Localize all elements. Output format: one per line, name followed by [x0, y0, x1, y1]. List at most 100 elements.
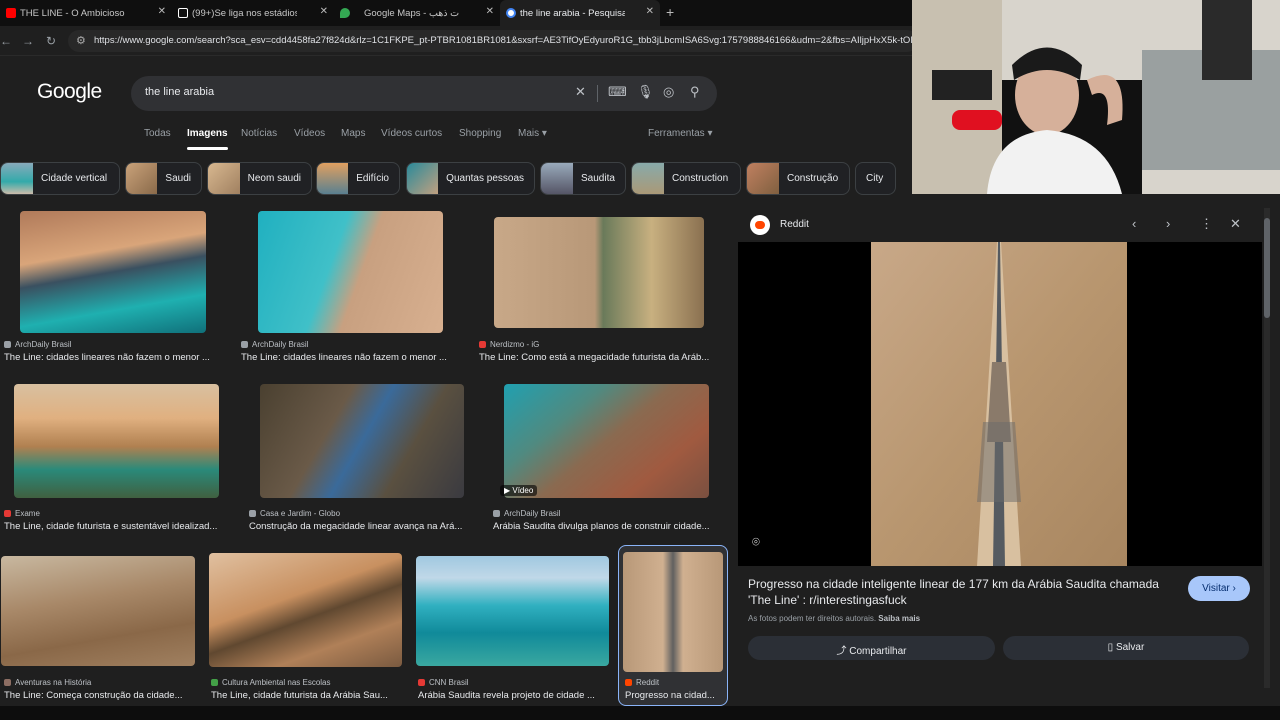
search-box[interactable]: the line arabia ✕ ⌨ 🎙 ◎ ⚲ [131, 76, 717, 111]
tab-google-search[interactable]: the line arabia - Pesquisa Goog ✕ [500, 0, 660, 26]
result-image[interactable] [494, 217, 704, 328]
chip[interactable]: Cidade vertical [0, 162, 120, 195]
result-source[interactable]: Nerdizmo - iG [479, 340, 539, 349]
source-name: Reddit [636, 678, 660, 687]
result-image[interactable] [416, 556, 609, 666]
chip[interactable]: Quantas pessoas [406, 162, 535, 195]
result-source[interactable]: Aventuras na História [4, 678, 91, 687]
result-image[interactable] [504, 384, 709, 498]
chip[interactable]: Edifício [316, 162, 400, 195]
result-image[interactable] [14, 384, 219, 498]
preview-image[interactable] [871, 242, 1127, 566]
tab-maps[interactable]: Google Maps - شاليهات ذهب ✕ [334, 0, 500, 26]
result-caption[interactable]: The Line: cidades lineares não fazem o m… [4, 352, 228, 363]
tab-videos[interactable]: Vídeos [294, 128, 325, 139]
more-vert-icon[interactable]: ⋮ [1200, 216, 1213, 232]
result-caption[interactable]: Progresso na cidad... [625, 690, 723, 701]
google-lens-icon[interactable]: ⌾ [752, 534, 760, 550]
back-icon[interactable]: ← [0, 34, 12, 48]
tab-images[interactable]: Imagens [187, 128, 228, 150]
result-caption[interactable]: The Line, cidade futurista e sustentável… [4, 521, 230, 532]
url-text: https://www.google.com/search?sca_esv=cd… [94, 35, 918, 46]
result-caption[interactable]: The Line, cidade futurista da Arábia Sau… [211, 690, 399, 701]
tools-button[interactable]: Ferramentas ▾ [648, 128, 712, 139]
result-image[interactable] [258, 211, 443, 333]
chip[interactable]: Saudi [125, 162, 202, 195]
tab-more[interactable]: Mais ▾ [518, 128, 547, 139]
search-input[interactable]: the line arabia [145, 86, 214, 98]
result-image[interactable] [260, 384, 464, 498]
scrollbar-thumb[interactable] [1264, 218, 1270, 318]
result-source[interactable]: Reddit [625, 678, 659, 687]
chevron-right-icon[interactable]: › [1166, 216, 1170, 231]
reload-icon[interactable]: ↻ [46, 34, 56, 48]
search-icon[interactable]: ⚲ [690, 84, 700, 100]
google-icon [506, 8, 516, 18]
copyright-note: As fotos podem ter direitos autorais. Sa… [748, 614, 920, 623]
result-caption[interactable]: The Line: cidades lineares não fazem o m… [241, 352, 463, 363]
source-name: CNN Brasil [429, 678, 469, 687]
result-image[interactable] [1, 556, 195, 666]
panel-source[interactable]: Reddit [780, 219, 809, 230]
result-source[interactable]: ArchDaily Brasil [493, 509, 560, 518]
source-name: Exame [15, 509, 40, 518]
source-name: ArchDaily Brasil [504, 509, 561, 518]
close-icon[interactable]: ✕ [486, 6, 494, 17]
close-icon[interactable]: ✕ [320, 6, 328, 17]
copyright-text: As fotos podem ter direitos autorais. [748, 614, 877, 623]
result-caption[interactable]: Arábia Saudita divulga planos de constru… [493, 521, 721, 532]
keyboard-icon[interactable]: ⌨ [608, 84, 627, 100]
chip[interactable]: Construction [631, 162, 741, 195]
taskbar-strip [0, 706, 1280, 720]
result-source[interactable]: ArchDaily Brasil [4, 340, 71, 349]
tab-news[interactable]: Notícias [241, 128, 277, 139]
result-caption[interactable]: The Line: Como está a megacidade futuris… [479, 352, 721, 363]
tab-maps[interactable]: Maps [341, 128, 365, 139]
close-icon[interactable]: ✕ [646, 6, 654, 17]
result-source[interactable]: ArchDaily Brasil [241, 340, 308, 349]
video-badge: ▶ Vídeo [500, 485, 538, 496]
clear-icon[interactable]: ✕ [575, 84, 586, 100]
close-icon[interactable]: ✕ [158, 6, 166, 17]
chip-thumbnail [317, 163, 349, 194]
preview-title[interactable]: Progresso na cidade inteligente linear d… [748, 576, 1178, 608]
site-info-icon[interactable]: ⚙ [76, 34, 86, 47]
microphone-icon[interactable]: 🎙 [637, 84, 654, 100]
result-source[interactable]: Cultura Ambiental nas Escolas [211, 678, 331, 687]
result-image[interactable] [209, 553, 402, 667]
learn-more-link[interactable]: Saiba mais [878, 614, 920, 623]
close-icon[interactable]: ✕ [1230, 216, 1241, 232]
result-source[interactable]: CNN Brasil [418, 678, 469, 687]
chip[interactable]: Neom saudi [207, 162, 312, 195]
url-field[interactable]: ⚙ https://www.google.com/search?sca_esv=… [68, 30, 918, 52]
source-name: Cultura Ambiental nas Escolas [222, 678, 331, 687]
tab-shopping[interactable]: Shopping [459, 128, 501, 139]
result-caption[interactable]: The Line: Começa construção da cidade... [4, 690, 196, 701]
site-favicon-icon [418, 679, 425, 686]
result-image[interactable] [623, 552, 723, 672]
chevron-left-icon[interactable]: ‹ [1132, 216, 1136, 231]
result-image[interactable] [20, 211, 206, 333]
visit-button[interactable]: Visitar › [1188, 576, 1250, 601]
tab-short-videos[interactable]: Vídeos curtos [381, 128, 442, 139]
result-caption[interactable]: Construção da megacidade linear avança n… [249, 521, 471, 532]
tab-youtube[interactable]: THE LINE - O Ambicioso plano ✕ [0, 0, 172, 26]
chip-label: City [866, 173, 884, 184]
result-source[interactable]: Exame [4, 509, 40, 518]
result-source[interactable]: Casa e Jardim - Globo [249, 509, 340, 518]
camera-lens-icon[interactable]: ◎ [663, 84, 674, 100]
tab-tiktok[interactable]: (99+)Se liga nos estádios da A ✕ [172, 0, 334, 26]
panel-scrollbar[interactable] [1264, 208, 1270, 688]
chip[interactable]: City [855, 162, 896, 195]
chip[interactable]: Saudita [540, 162, 626, 195]
google-logo[interactable]: Google [37, 80, 102, 104]
tab-all[interactable]: Todas [144, 128, 171, 139]
site-favicon-icon [493, 510, 500, 517]
share-button[interactable]: ⤴ Compartilhar [748, 636, 995, 660]
new-tab-icon[interactable]: + [666, 4, 674, 20]
chip[interactable]: Construção [746, 162, 850, 195]
bookmark-icon: ▯ [1107, 642, 1116, 653]
save-button[interactable]: ▯ Salvar [1003, 636, 1249, 660]
result-caption[interactable]: Arábia Saudita revela projeto de cidade … [418, 690, 610, 701]
forward-icon[interactable]: → [22, 34, 34, 48]
